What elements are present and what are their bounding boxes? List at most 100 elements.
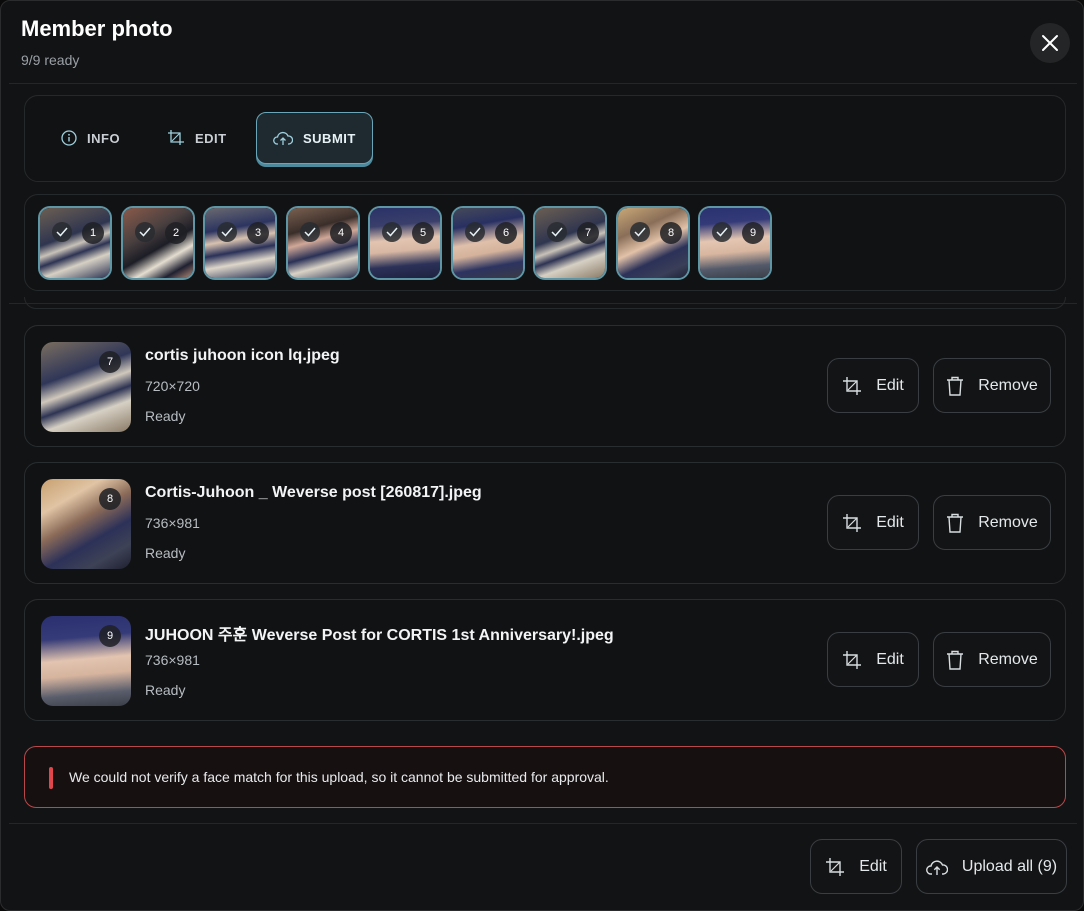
tab-info-label: INFO — [87, 130, 121, 146]
file-number: 9 — [99, 625, 121, 647]
thumbnail-number: 4 — [330, 222, 352, 244]
remove-label: Remove — [978, 650, 1038, 668]
thumbnail-item[interactable]: 8 — [616, 206, 690, 280]
check-icon — [217, 222, 237, 242]
remove-button[interactable]: Remove — [933, 358, 1051, 413]
edit-label: Edit — [876, 513, 904, 531]
thumbnail-image — [618, 208, 688, 278]
thumbnail-image — [370, 208, 440, 278]
list-item: 7 cortis juhoon icon lq.jpeg 720×720 Rea… — [24, 325, 1066, 447]
thumbnail-number: 3 — [247, 222, 269, 244]
thumbnail-image — [535, 208, 605, 278]
edit-button[interactable]: Edit — [827, 495, 919, 550]
thumbnail-number: 2 — [165, 222, 187, 244]
check-icon — [465, 222, 485, 242]
tab-submit-label: SUBMIT — [303, 130, 356, 146]
modal-title: Member photo — [21, 16, 173, 41]
thumbnail-image — [40, 208, 110, 278]
file-thumbnail: 9 — [41, 616, 131, 706]
ready-count: 9/9 ready — [21, 52, 80, 68]
tab-edit[interactable]: EDIT — [151, 112, 243, 164]
trash-icon — [947, 376, 964, 396]
thumbnail-item[interactable]: 3 — [203, 206, 277, 280]
tab-info[interactable]: INFO — [45, 112, 136, 164]
remove-button[interactable]: Remove — [933, 632, 1051, 687]
file-name: Cortis-Juhoon _ Weverse post [260817].jp… — [145, 484, 482, 501]
file-status: Ready — [145, 682, 186, 698]
member-photo-modal: Member photo 9/9 ready INFO EDIT SUBMIT … — [0, 0, 1084, 911]
crop-icon — [843, 513, 862, 532]
check-icon — [52, 222, 72, 242]
face-match-alert: We could not verify a face match for thi… — [24, 746, 1066, 808]
thumbnail-item[interactable]: 9 — [698, 206, 772, 280]
file-number: 7 — [99, 351, 121, 373]
list-item: 9 JUHOON 주훈 Weverse Post for CORTIS 1st … — [24, 599, 1066, 721]
file-name: cortis juhoon icon lq.jpeg — [145, 347, 340, 364]
step-tabs: INFO EDIT SUBMIT — [24, 95, 1066, 182]
close-icon — [1042, 35, 1058, 51]
thumbnail-item[interactable]: 1 — [38, 206, 112, 280]
close-button[interactable] — [1030, 23, 1070, 63]
file-status: Ready — [145, 545, 186, 561]
list-item: 8 Cortis-Juhoon _ Weverse post [260817].… — [24, 462, 1066, 584]
info-icon — [61, 130, 77, 146]
thumbnail-number: 8 — [660, 222, 682, 244]
list-item — [24, 297, 1066, 309]
footer-divider — [9, 823, 1077, 824]
thumbnail-item[interactable]: 5 — [368, 206, 442, 280]
thumbnail-image — [700, 208, 770, 278]
thumbnail-image — [453, 208, 523, 278]
thumbnail-number: 9 — [742, 222, 764, 244]
upload-all-label: Upload all (9) — [961, 857, 1058, 875]
edit-button[interactable]: Edit — [827, 632, 919, 687]
check-icon — [630, 222, 650, 242]
cloud-upload-icon — [273, 131, 293, 145]
edit-button[interactable]: Edit — [827, 358, 919, 413]
thumbnail-number: 6 — [495, 222, 517, 244]
file-dimensions: 736×981 — [145, 515, 200, 531]
footer-edit-label: Edit — [859, 857, 887, 875]
edit-label: Edit — [876, 650, 904, 668]
alert-message: We could not verify a face match for thi… — [69, 769, 609, 785]
thumbnail-item[interactable]: 6 — [451, 206, 525, 280]
check-icon — [547, 222, 567, 242]
check-icon — [135, 222, 155, 242]
upload-all-button[interactable]: Upload all (9) — [916, 839, 1067, 894]
header-divider — [9, 83, 1077, 84]
edit-label: Edit — [876, 376, 904, 394]
check-icon — [300, 222, 320, 242]
thumbnail-strip: 1 2 3 4 5 6 7 8 9 — [24, 194, 1066, 291]
thumbnail-item[interactable]: 4 — [286, 206, 360, 280]
file-name: JUHOON 주훈 Weverse Post for CORTIS 1st An… — [145, 627, 614, 644]
trash-icon — [947, 513, 964, 533]
thumbnail-image — [288, 208, 358, 278]
trash-icon — [947, 650, 964, 670]
thumbnail-number: 1 — [82, 222, 104, 244]
footer-edit-button[interactable]: Edit — [810, 839, 902, 894]
thumbnail-image — [205, 208, 275, 278]
thumbnail-item[interactable]: 7 — [533, 206, 607, 280]
remove-label: Remove — [978, 376, 1038, 394]
thumbnail-number: 5 — [412, 222, 434, 244]
file-status: Ready — [145, 408, 186, 424]
remove-button[interactable]: Remove — [933, 495, 1051, 550]
file-number: 8 — [99, 488, 121, 510]
file-dimensions: 736×981 — [145, 652, 200, 668]
crop-icon — [826, 857, 845, 876]
alert-indicator — [49, 767, 53, 789]
cloud-upload-icon — [925, 859, 948, 875]
file-dimensions: 720×720 — [145, 378, 200, 394]
check-icon — [712, 222, 732, 242]
crop-icon — [168, 130, 184, 145]
thumbnail-number: 7 — [577, 222, 599, 244]
file-thumbnail: 8 — [41, 479, 131, 569]
file-thumbnail: 7 — [41, 342, 131, 432]
remove-label: Remove — [978, 513, 1038, 531]
crop-icon — [843, 650, 862, 669]
tab-submit[interactable]: SUBMIT — [256, 112, 373, 164]
tab-edit-label: EDIT — [195, 130, 227, 146]
crop-icon — [843, 376, 862, 395]
thumbnail-item[interactable]: 2 — [121, 206, 195, 280]
check-icon — [382, 222, 402, 242]
thumbnail-image — [123, 208, 193, 278]
